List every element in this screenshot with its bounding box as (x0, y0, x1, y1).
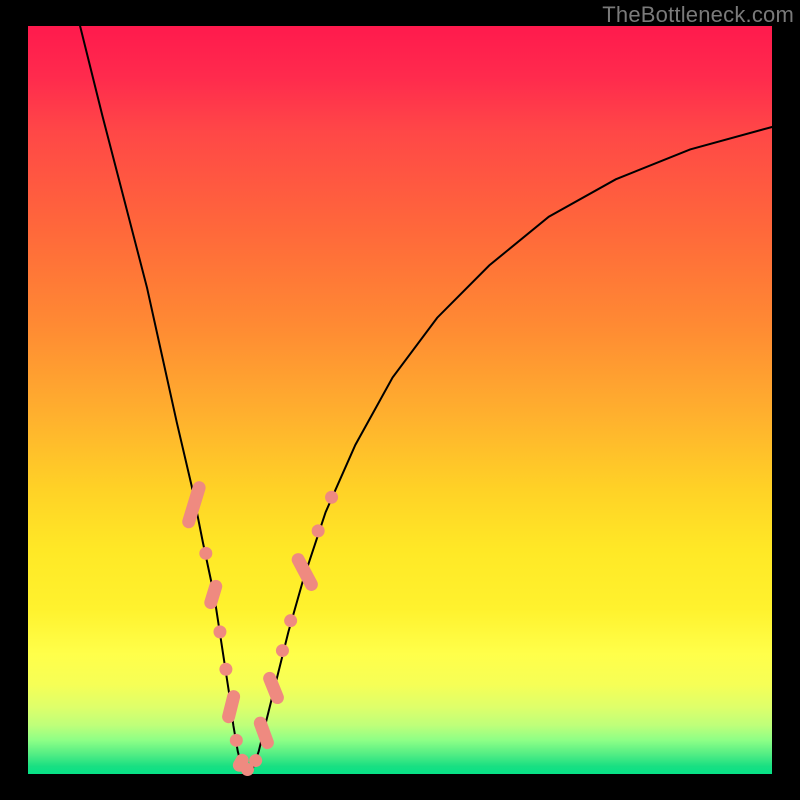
chart-stage: TheBottleneck.com (0, 0, 800, 800)
watermark-text: TheBottleneck.com (602, 2, 794, 28)
plot-gradient-background (28, 26, 772, 774)
